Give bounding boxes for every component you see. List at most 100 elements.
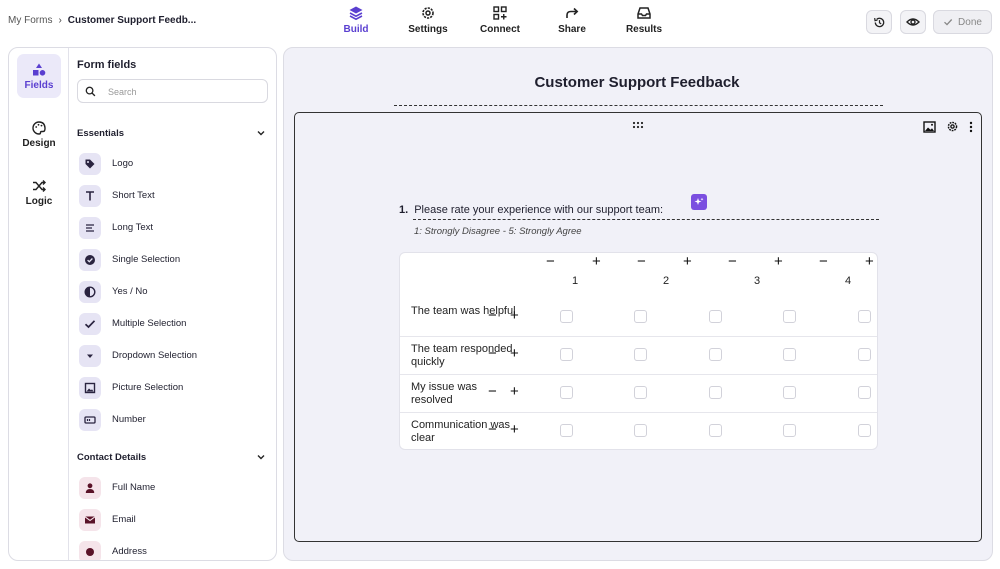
tab-settings[interactable]: Settings bbox=[393, 5, 463, 35]
question-text[interactable]: 1. Please rate your experience with our s… bbox=[399, 204, 663, 216]
row-label[interactable]: The team responded quickly bbox=[411, 343, 521, 368]
rating-checkbox[interactable] bbox=[783, 310, 796, 323]
rating-checkbox[interactable] bbox=[783, 386, 796, 399]
field-item-dropdown-selection[interactable]: Dropdown Selection bbox=[79, 344, 269, 368]
field-item-short-text[interactable]: Short Text bbox=[79, 184, 269, 208]
column-minus-button[interactable]: − bbox=[637, 254, 646, 269]
field-item-address[interactable]: Address bbox=[79, 540, 269, 560]
section-essentials[interactable]: Essentials bbox=[77, 128, 268, 139]
column-plus-button[interactable]: + bbox=[592, 254, 601, 269]
rating-checkbox[interactable] bbox=[634, 348, 647, 361]
column-minus-button[interactable]: − bbox=[546, 254, 555, 269]
rating-checkbox[interactable] bbox=[709, 424, 722, 437]
inbox-icon bbox=[637, 7, 651, 19]
rating-checkbox[interactable] bbox=[858, 310, 871, 323]
chevron-down-icon[interactable] bbox=[256, 128, 266, 138]
column-header[interactable]: 3 bbox=[747, 275, 767, 287]
section-contact-details[interactable]: Contact Details bbox=[77, 452, 268, 463]
field-item-label: Email bbox=[112, 514, 136, 525]
column-minus-button[interactable]: − bbox=[819, 254, 828, 269]
rating-checkbox[interactable] bbox=[634, 424, 647, 437]
column-header[interactable]: 2 bbox=[656, 275, 676, 287]
question-card[interactable]: 1. Please rate your experience with our s… bbox=[294, 112, 982, 542]
tab-settings-label: Settings bbox=[408, 24, 448, 35]
rating-checkbox[interactable] bbox=[560, 348, 573, 361]
rating-checkbox[interactable] bbox=[634, 310, 647, 323]
field-item-multiple-selection[interactable]: Multiple Selection bbox=[79, 312, 269, 336]
field-item-number[interactable]: Number bbox=[79, 408, 269, 432]
rating-checkbox[interactable] bbox=[858, 386, 871, 399]
tab-share-label: Share bbox=[558, 24, 586, 35]
rating-checkbox[interactable] bbox=[858, 424, 871, 437]
search-icon bbox=[85, 86, 96, 97]
row-label[interactable]: Communication was clear bbox=[411, 419, 521, 444]
image-icon[interactable] bbox=[923, 120, 936, 133]
rating-checkbox[interactable] bbox=[858, 348, 871, 361]
rating-checkbox[interactable] bbox=[709, 386, 722, 399]
top-bar: My Forms › Customer Support Feedb... Build… bbox=[0, 0, 1000, 42]
more-vertical-icon[interactable] bbox=[969, 121, 973, 133]
done-button[interactable]: Done bbox=[933, 10, 992, 34]
field-item-long-text[interactable]: Long Text bbox=[79, 216, 269, 240]
tab-build[interactable]: Build bbox=[321, 5, 391, 35]
field-item-label: Logo bbox=[112, 158, 134, 169]
field-item-label: Address bbox=[112, 546, 147, 557]
row-plus-button[interactable]: + bbox=[510, 384, 519, 399]
column-plus-button[interactable]: + bbox=[865, 254, 874, 269]
tab-connect[interactable]: Connect bbox=[465, 5, 535, 35]
gear-icon[interactable] bbox=[946, 120, 959, 133]
rating-checkbox[interactable] bbox=[560, 310, 573, 323]
field-item-label: Short Text bbox=[112, 190, 155, 201]
breadcrumb-root[interactable]: My Forms bbox=[8, 15, 52, 26]
field-item-label: Single Selection bbox=[112, 254, 181, 265]
field-item-single-selection[interactable]: Single Selection bbox=[79, 248, 269, 272]
column-header[interactable]: 1 bbox=[565, 275, 585, 287]
row-minus-button[interactable]: − bbox=[488, 384, 497, 399]
chevron-down-icon[interactable] bbox=[256, 452, 266, 462]
column-minus-button[interactable]: − bbox=[728, 254, 737, 269]
rating-checkbox[interactable] bbox=[783, 424, 796, 437]
column-plus-button[interactable]: + bbox=[683, 254, 692, 269]
rating-checkbox[interactable] bbox=[634, 386, 647, 399]
row-plus-button[interactable]: + bbox=[510, 422, 519, 437]
rating-checkbox[interactable] bbox=[783, 348, 796, 361]
rail-item-fields[interactable]: Fields bbox=[17, 54, 61, 98]
field-item-label: Dropdown Selection bbox=[112, 350, 198, 361]
text-t-icon bbox=[79, 185, 101, 207]
field-item-picture-selection[interactable]: Picture Selection bbox=[79, 376, 269, 400]
side-rail: Fields Design Logic bbox=[9, 48, 69, 560]
tab-results[interactable]: Results bbox=[609, 5, 679, 35]
row-minus-button[interactable]: − bbox=[488, 308, 497, 323]
form-title[interactable]: Customer Support Feedback bbox=[284, 74, 990, 91]
field-item-yes-no[interactable]: Yes / No bbox=[79, 280, 269, 304]
column-header[interactable]: 4 bbox=[838, 275, 858, 287]
row-label[interactable]: The team was helpful bbox=[411, 305, 521, 318]
rating-checkbox[interactable] bbox=[560, 386, 573, 399]
search-box[interactable] bbox=[77, 79, 268, 103]
field-item-email[interactable]: Email bbox=[79, 508, 269, 532]
ai-assist-button[interactable] bbox=[691, 194, 707, 210]
row-plus-button[interactable]: + bbox=[510, 308, 519, 323]
row-plus-button[interactable]: + bbox=[510, 346, 519, 361]
field-item-logo[interactable]: Logo bbox=[79, 152, 269, 176]
rating-checkbox[interactable] bbox=[709, 348, 722, 361]
radio-check-icon bbox=[79, 249, 101, 271]
rating-checkbox[interactable] bbox=[709, 310, 722, 323]
drag-handle-icon[interactable] bbox=[632, 121, 644, 129]
field-item-label: Long Text bbox=[112, 222, 154, 233]
rating-checkbox[interactable] bbox=[560, 424, 573, 437]
field-item-full-name[interactable]: Full Name bbox=[79, 476, 269, 500]
rail-item-logic[interactable]: Logic bbox=[17, 170, 61, 214]
preview-button[interactable] bbox=[900, 10, 926, 34]
question-underline bbox=[413, 219, 879, 220]
search-input[interactable] bbox=[108, 84, 258, 99]
person-icon bbox=[79, 477, 101, 499]
row-label[interactable]: My issue was resolved bbox=[411, 381, 521, 406]
row-minus-button[interactable]: − bbox=[488, 346, 497, 361]
row-minus-button[interactable]: − bbox=[488, 422, 497, 437]
history-button[interactable] bbox=[866, 10, 892, 34]
rail-item-design[interactable]: Design bbox=[17, 112, 61, 156]
tab-share[interactable]: Share bbox=[537, 5, 607, 35]
question-description[interactable]: 1: Strongly Disagree - 5: Strongly Agree bbox=[414, 226, 582, 237]
column-plus-button[interactable]: + bbox=[774, 254, 783, 269]
